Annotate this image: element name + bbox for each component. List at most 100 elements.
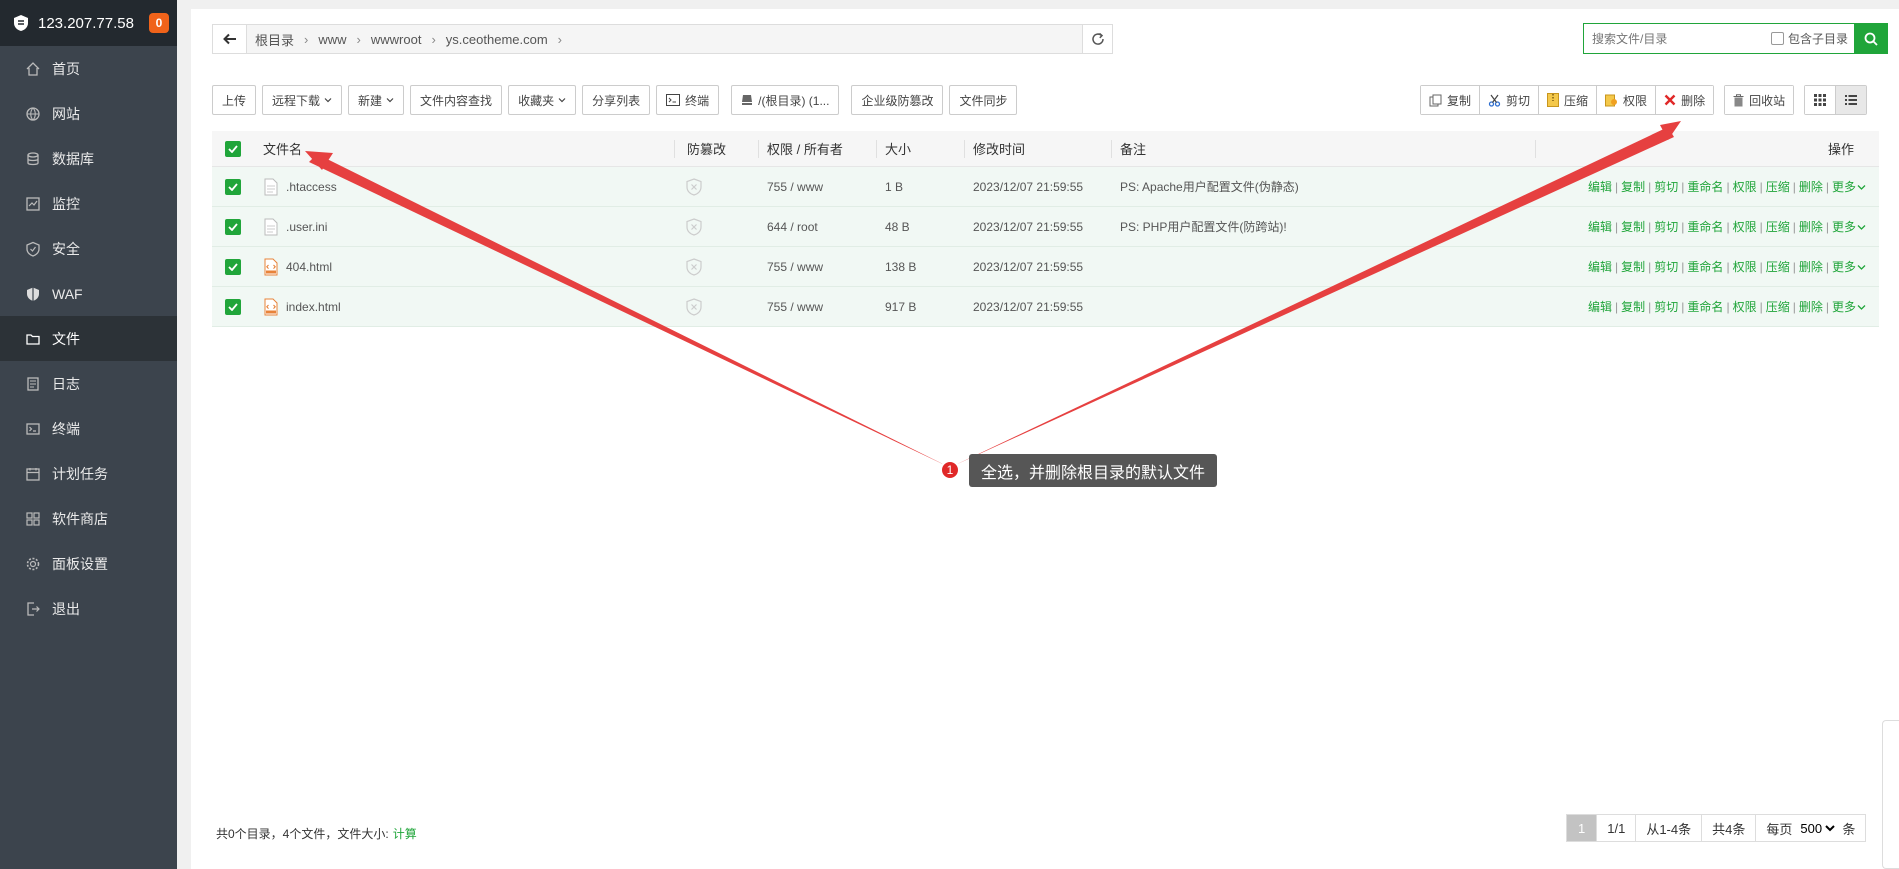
back-button[interactable] — [213, 25, 247, 53]
share-list-button[interactable]: 分享列表 — [582, 85, 651, 115]
search-input[interactable] — [1584, 31, 1771, 46]
rename-link[interactable]: 重命名 — [1687, 258, 1723, 275]
tamper-status[interactable] — [686, 287, 702, 326]
favorites-button[interactable]: 收藏夹 — [508, 85, 577, 115]
grid-view-button[interactable] — [1805, 86, 1837, 114]
sidebar-item-waf[interactable]: WAF — [0, 271, 177, 316]
table-row[interactable]: index.html 755 / www 917 B 2023/12/07 21… — [212, 287, 1879, 327]
copy-link[interactable]: 复制 — [1621, 258, 1645, 275]
table-row[interactable]: 404.html 755 / www 138 B 2023/12/07 21:5… — [212, 247, 1879, 287]
file-name-cell[interactable]: 404.html — [264, 247, 332, 286]
tamper-status[interactable] — [686, 207, 702, 246]
cut-link[interactable]: 剪切 — [1654, 298, 1678, 315]
batch-copy-button[interactable]: 复制 — [1421, 86, 1481, 114]
select-all-checkbox[interactable] — [225, 131, 241, 166]
edit-link[interactable]: 编辑 — [1588, 298, 1612, 315]
compress-link[interactable]: 压缩 — [1766, 258, 1790, 275]
batch-permission-button[interactable]: 权限 — [1597, 86, 1657, 114]
upload-button[interactable]: 上传 — [212, 85, 257, 115]
copy-link[interactable]: 复制 — [1621, 298, 1645, 315]
refresh-button[interactable] — [1082, 25, 1112, 53]
sidebar-item-logs[interactable]: 日志 — [0, 361, 177, 406]
batch-delete-button[interactable]: 删除 — [1656, 86, 1714, 114]
table-row[interactable]: .user.ini 644 / root 48 B 2023/12/07 21:… — [212, 207, 1879, 247]
header-tamper[interactable]: 防篡改 — [687, 131, 726, 166]
edit-link[interactable]: 编辑 — [1588, 218, 1612, 235]
permission-owner[interactable]: 755 / www — [767, 287, 823, 326]
rename-link[interactable]: 重命名 — [1687, 178, 1723, 195]
sidebar-item-monitor[interactable]: 监控 — [0, 181, 177, 226]
breadcrumb-item[interactable]: www › — [318, 32, 371, 47]
breadcrumb-item[interactable]: ys.ceotheme.com › — [446, 32, 572, 47]
edit-link[interactable]: 编辑 — [1588, 178, 1612, 195]
tamper-proof-button[interactable]: 企业级防篡改 — [851, 85, 944, 115]
rename-link[interactable]: 重命名 — [1687, 298, 1723, 315]
delete-link[interactable]: 删除 — [1799, 218, 1823, 235]
permission-link[interactable]: 权限 — [1733, 218, 1757, 235]
customer-service-widget[interactable] — [1882, 720, 1899, 869]
compress-link[interactable]: 压缩 — [1766, 298, 1790, 315]
tamper-status[interactable] — [686, 167, 702, 206]
sidebar-item-app-store[interactable]: 软件商店 — [0, 496, 177, 541]
sidebar-item-cron[interactable]: 计划任务 — [0, 451, 177, 496]
include-subdir-checkbox[interactable]: 包含子目录 — [1770, 30, 1848, 47]
remote-download-button[interactable]: 远程下载 — [262, 85, 343, 115]
compress-link[interactable]: 压缩 — [1766, 218, 1790, 235]
per-page-select[interactable]: 500 — [1796, 819, 1839, 837]
file-sync-button[interactable]: 文件同步 — [949, 85, 1018, 115]
header-permission[interactable]: 权限 / 所有者 — [767, 131, 843, 166]
file-name-cell[interactable]: index.html — [264, 287, 341, 326]
breadcrumb-item[interactable]: 根目录 › — [255, 30, 318, 49]
more-link[interactable]: 更多 — [1832, 298, 1866, 315]
row-checkbox[interactable] — [225, 247, 241, 286]
notification-badge[interactable]: 0 — [149, 13, 169, 33]
header-size[interactable]: 大小 — [885, 131, 911, 166]
batch-compress-button[interactable]: 压缩 — [1539, 86, 1598, 114]
sidebar-item-website[interactable]: 网站 — [0, 91, 177, 136]
file-name-cell[interactable]: .user.ini — [264, 207, 327, 246]
cut-link[interactable]: 剪切 — [1654, 218, 1678, 235]
compress-link[interactable]: 压缩 — [1766, 178, 1790, 195]
row-checkbox[interactable] — [225, 287, 241, 326]
header-name[interactable]: 文件名 — [263, 131, 302, 166]
page-current[interactable]: 1 — [1567, 815, 1598, 841]
delete-link[interactable]: 删除 — [1799, 178, 1823, 195]
sidebar-item-database[interactable]: 数据库 — [0, 136, 177, 181]
edit-link[interactable]: 编辑 — [1588, 258, 1612, 275]
batch-cut-button[interactable]: 剪切 — [1480, 86, 1540, 114]
copy-link[interactable]: 复制 — [1621, 178, 1645, 195]
terminal-button[interactable]: 终端 — [656, 85, 720, 115]
breadcrumb-item[interactable]: wwwroot › — [371, 32, 446, 47]
copy-link[interactable]: 复制 — [1621, 218, 1645, 235]
rename-link[interactable]: 重命名 — [1687, 218, 1723, 235]
tamper-status[interactable] — [686, 247, 702, 286]
sidebar-item-settings[interactable]: 面板设置 — [0, 541, 177, 586]
file-name-cell[interactable]: .htaccess — [264, 167, 337, 206]
permission-owner[interactable]: 755 / www — [767, 247, 823, 286]
sidebar-item-terminal[interactable]: 终端 — [0, 406, 177, 451]
permission-link[interactable]: 权限 — [1733, 298, 1757, 315]
cut-link[interactable]: 剪切 — [1654, 178, 1678, 195]
permission-link[interactable]: 权限 — [1733, 258, 1757, 275]
delete-link[interactable]: 删除 — [1799, 258, 1823, 275]
sidebar-item-logout[interactable]: 退出 — [0, 586, 177, 631]
disk-button[interactable]: /(根目录) (1... — [731, 85, 840, 115]
new-button[interactable]: 新建 — [348, 85, 405, 115]
list-view-button[interactable] — [1836, 86, 1867, 114]
permission-link[interactable]: 权限 — [1733, 178, 1757, 195]
permission-owner[interactable]: 755 / www — [767, 167, 823, 206]
sidebar-item-files[interactable]: 文件 — [0, 316, 177, 361]
recycle-bin-button[interactable]: 回收站 — [1725, 86, 1794, 114]
sidebar-item-home[interactable]: 首页 — [0, 46, 177, 91]
more-link[interactable]: 更多 — [1832, 218, 1866, 235]
sidebar-item-security[interactable]: 安全 — [0, 226, 177, 271]
more-link[interactable]: 更多 — [1832, 258, 1866, 275]
table-row[interactable]: .htaccess 755 / www 1 B 2023/12/07 21:59… — [212, 167, 1879, 207]
row-checkbox[interactable] — [225, 207, 241, 246]
more-link[interactable]: 更多 — [1832, 178, 1866, 195]
calculate-size-link[interactable]: 计算 — [393, 827, 417, 841]
cut-link[interactable]: 剪切 — [1654, 258, 1678, 275]
header-mtime[interactable]: 修改时间 — [973, 131, 1025, 166]
delete-link[interactable]: 删除 — [1799, 298, 1823, 315]
search-button[interactable] — [1854, 23, 1888, 54]
